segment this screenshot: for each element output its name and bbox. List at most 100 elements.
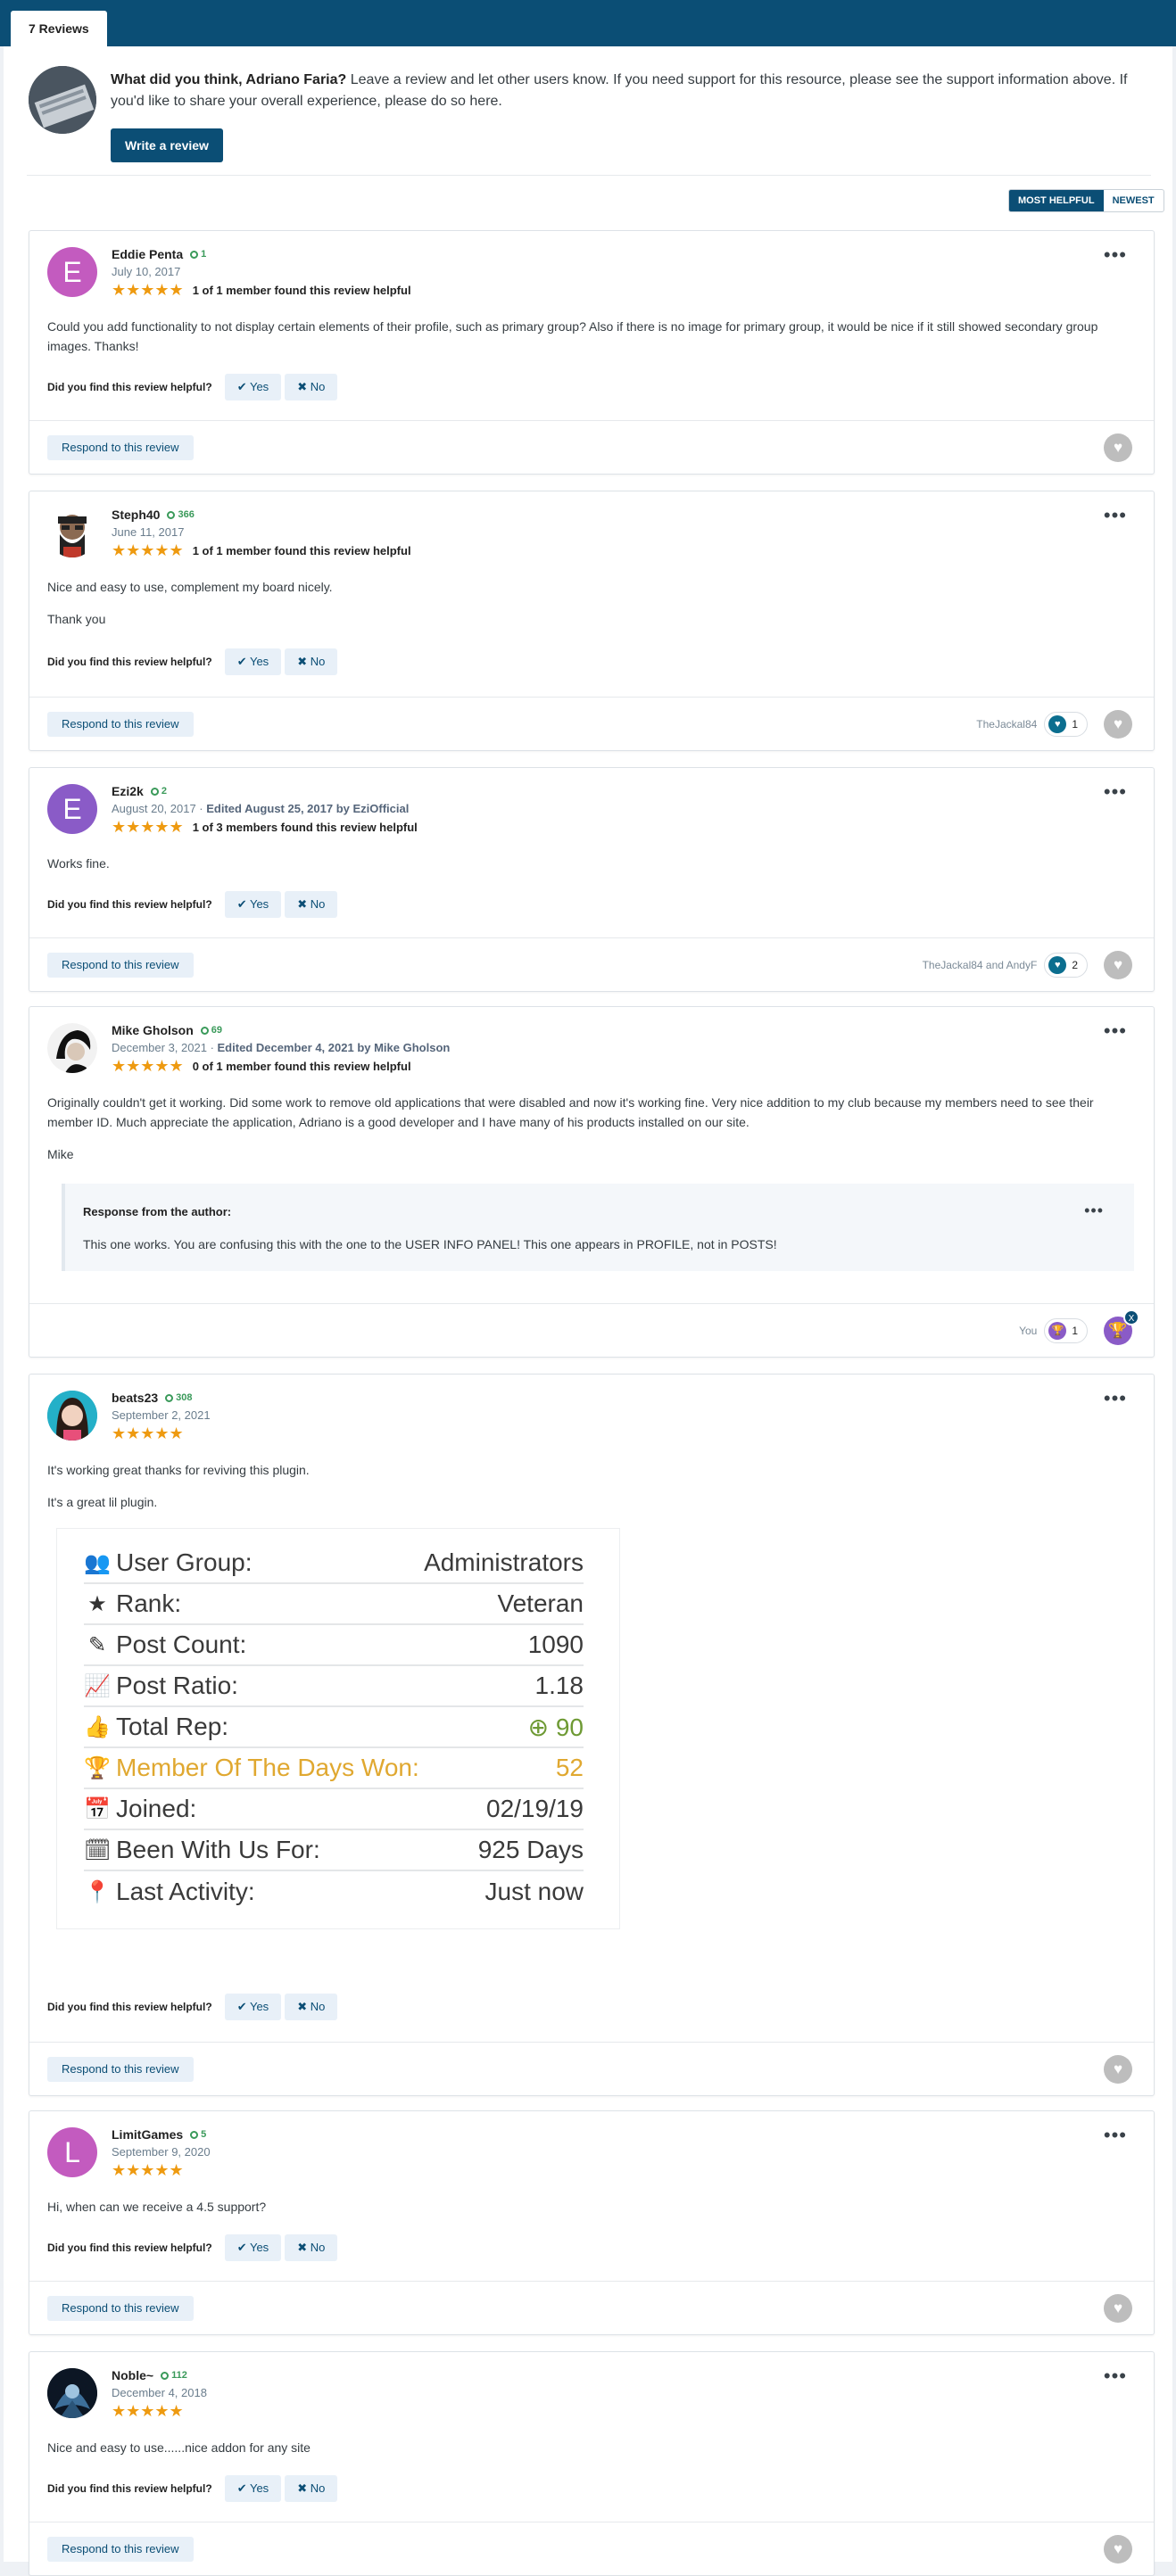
respond-button[interactable]: Respond to this review	[47, 2537, 194, 2562]
users-icon: 👥	[84, 1550, 111, 1575]
reviewer-name[interactable]: LimitGames	[112, 2127, 183, 2142]
map-marker-icon: 📍	[84, 1879, 111, 1904]
review-header: Noble~ 112 December 4, 2018 ★★★★★	[112, 2368, 207, 2419]
helpful-question-label: Did you find this review helpful?	[47, 2001, 212, 2013]
more-options-icon[interactable]: •••	[1104, 506, 1127, 525]
helpful-no-button[interactable]: ✖ No	[285, 2475, 338, 2502]
sort-newest-button[interactable]: NEWEST	[1104, 190, 1164, 211]
avatar[interactable]: L	[47, 2127, 97, 2177]
heart-icon[interactable]: ♥	[1104, 951, 1132, 979]
helpful-yes-button[interactable]: ✔ Yes	[224, 891, 282, 918]
edit-icon: ✎	[87, 1632, 107, 1657]
author-response-text: This one works. You are confusing this w…	[83, 1237, 777, 1251]
avatar[interactable]	[47, 1391, 97, 1441]
review-card: beats23 308 September 2, 2021 ★★★★★ ••• I…	[29, 1374, 1155, 2096]
helpful-yes-button[interactable]: ✔ Yes	[224, 374, 282, 400]
review-date: September 2, 2021	[112, 1408, 211, 1422]
reviewer-name[interactable]: Steph40	[112, 508, 160, 522]
review-body: Works fine.	[47, 854, 1118, 886]
reaction-pill[interactable]: 🏆 1	[1044, 1318, 1088, 1343]
reviewer-name[interactable]: beats23	[112, 1391, 158, 1405]
helpful-no-button[interactable]: ✖ No	[285, 891, 338, 918]
profile-row-label: Joined:	[116, 1795, 197, 1822]
heart-icon[interactable]: ♥	[1104, 2294, 1132, 2323]
respond-button[interactable]: Respond to this review	[47, 2296, 194, 2321]
reviewer-name[interactable]: Eddie Penta	[112, 247, 183, 261]
review-body: Nice and easy to use, complement my boar…	[47, 577, 1118, 641]
reputation-icon	[161, 2371, 170, 2380]
remove-reaction-icon[interactable]: X	[1123, 1309, 1139, 1325]
profile-row-value: 52	[555, 1754, 584, 1781]
respond-button[interactable]: Respond to this review	[47, 953, 194, 978]
helpful-yes-button[interactable]: ✔ Yes	[224, 648, 282, 675]
more-options-icon[interactable]: •••	[1104, 2366, 1127, 2386]
helpful-yes-button[interactable]: ✔ Yes	[224, 1994, 282, 2020]
reaction-pill[interactable]: ♥ 1	[1044, 712, 1088, 737]
reaction-pill[interactable]: ♥ 2	[1044, 953, 1088, 978]
heart-icon[interactable]: ♥	[1104, 433, 1132, 462]
helpful-question: Did you find this review helpful? ✔ Yes …	[47, 374, 341, 400]
heart-icon[interactable]: ♥	[1104, 710, 1132, 739]
profile-row-value: Veteran	[497, 1589, 584, 1617]
tab-reviews[interactable]: 7 Reviews	[11, 11, 107, 46]
like-icon: ♥	[1048, 956, 1067, 974]
profile-row: ★ Rank: Veteran	[84, 1584, 584, 1625]
reputation-badge: 2	[150, 786, 167, 797]
respond-button[interactable]: Respond to this review	[47, 712, 194, 737]
more-options-icon[interactable]: •••	[1104, 1389, 1127, 1408]
respond-button[interactable]: Respond to this review	[47, 2057, 194, 2082]
review-header: Steph40 366 June 11, 2017 ★★★★★ 1 of 1 mem…	[112, 508, 411, 558]
more-options-icon[interactable]: •••	[1104, 782, 1127, 802]
avatar[interactable]	[47, 2368, 97, 2418]
helpful-no-button[interactable]: ✖ No	[285, 2234, 338, 2261]
reactions-summary: TheJackal84 ♥ 1	[976, 712, 1088, 737]
calendar-icon: 📅	[84, 1796, 111, 1821]
reviewer-name[interactable]: Mike Gholson	[112, 1023, 194, 1037]
helpful-no-label: No	[310, 2481, 326, 2495]
reactors-names[interactable]: You	[1019, 1325, 1037, 1337]
sort-most-helpful-button[interactable]: MOST HELPFUL	[1009, 190, 1104, 211]
review-card: Mike Gholson 69 December 3, 2021 · Edited…	[29, 1006, 1155, 1358]
reputation-icon	[190, 2130, 199, 2139]
review-paragraph: Nice and easy to use......nice addon for…	[47, 2440, 311, 2455]
more-options-icon[interactable]: •••	[1104, 1021, 1127, 1041]
line-chart-icon: 📈	[84, 1673, 111, 1698]
heart-icon[interactable]: ♥	[1104, 2535, 1132, 2564]
profile-row-value: 02/19/19	[486, 1795, 584, 1822]
helpful-question-label: Did you find this review helpful?	[47, 656, 212, 668]
helpful-no-button[interactable]: ✖ No	[285, 374, 338, 400]
helpful-no-button[interactable]: ✖ No	[285, 1994, 338, 2020]
review-header: LimitGames 5 September 9, 2020 ★★★★★	[112, 2127, 211, 2178]
helpful-yes-label: Yes	[249, 2000, 269, 2013]
avatar[interactable]: E	[47, 784, 97, 834]
current-user-avatar[interactable]	[29, 66, 96, 134]
reactors-names[interactable]: TheJackal84 and AndyF	[923, 959, 1038, 971]
reputation-badge: 1	[190, 249, 206, 260]
trophy-icon: 🏆	[84, 1755, 111, 1780]
more-options-icon[interactable]: •••	[1104, 2126, 1127, 2145]
helpful-yes-button[interactable]: ✔ Yes	[224, 2234, 282, 2261]
profile-row: ✎ Post Count: 1090	[84, 1625, 584, 1666]
review-footer: Respond to this review ♥	[29, 420, 1154, 474]
helpful-no-label: No	[310, 897, 326, 911]
more-options-icon[interactable]: •••	[1104, 245, 1127, 265]
heart-icon[interactable]: ♥	[1104, 2055, 1132, 2084]
reputation-icon	[150, 787, 159, 796]
avatar[interactable]	[47, 1023, 97, 1073]
response-more-options-icon[interactable]: •••	[1084, 1201, 1104, 1220]
profile-row: 👍 Total Rep: ⊕ 90	[84, 1707, 584, 1748]
helpful-yes-label: Yes	[249, 655, 269, 668]
avatar[interactable]: E	[47, 247, 97, 297]
reviews-panel: What did you think, Adriano Faria? Leave…	[4, 46, 1172, 2576]
reviewer-name[interactable]: Ezi2k	[112, 784, 144, 798]
reactors-names[interactable]: TheJackal84	[976, 718, 1037, 731]
helpful-count: 1 of 1 member found this review helpful	[192, 543, 411, 557]
avatar[interactable]	[47, 508, 97, 557]
write-review-button[interactable]: Write a review	[111, 128, 223, 162]
respond-button[interactable]: Respond to this review	[47, 435, 194, 460]
helpful-no-button[interactable]: ✖ No	[285, 648, 338, 675]
reaction-count: 2	[1072, 959, 1078, 971]
review-header: Mike Gholson 69 December 3, 2021 · Edited…	[112, 1023, 450, 1074]
reviewer-name[interactable]: Noble~	[112, 2368, 153, 2382]
helpful-yes-button[interactable]: ✔ Yes	[224, 2475, 282, 2502]
